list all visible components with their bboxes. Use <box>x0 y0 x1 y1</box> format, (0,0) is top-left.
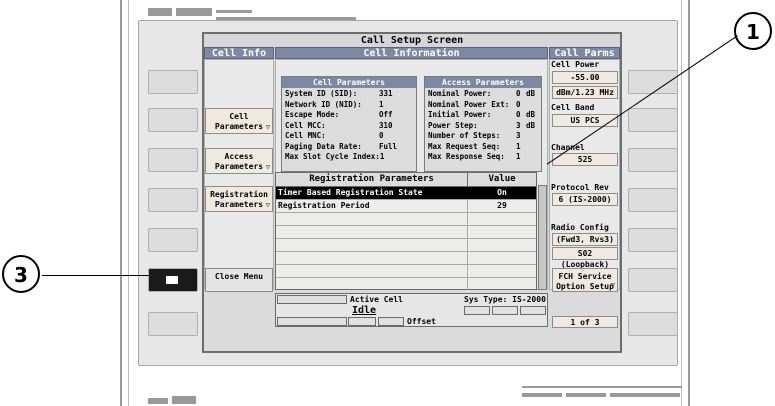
hardware-label-block <box>176 8 212 16</box>
table-row: Max Response Seq: 1 <box>428 152 521 161</box>
right-softkey-3[interactable] <box>628 148 678 172</box>
right-softkey-6[interactable] <box>628 268 678 292</box>
right-column-header: Call Parms <box>549 47 620 59</box>
value-column-header: Value <box>467 173 536 186</box>
registration-parameters-label: Registration Parameters <box>210 190 268 209</box>
cell-parameters-table: Cell Parameters System ID (SID): 331 Netw… <box>281 76 417 172</box>
left-softkey-5[interactable] <box>148 228 198 252</box>
table-row: Nominal Power Ext: 0 <box>428 99 521 109</box>
left-softkey-7[interactable] <box>148 312 198 336</box>
left-softkey-3[interactable] <box>148 148 198 172</box>
right-softkey-2[interactable] <box>628 108 678 132</box>
menu-scrollbar[interactable] <box>538 185 547 290</box>
callout-3-leader-line <box>42 275 150 276</box>
table-row: System ID (SID): 331 <box>285 89 393 98</box>
status-cell <box>492 306 518 315</box>
callout-1: 1 <box>734 12 772 50</box>
hardware-label-block <box>172 396 196 404</box>
access-parameters-title: Access Parameters <box>425 77 541 88</box>
registration-parameters-button[interactable]: Registration Parameters ▽ <box>205 186 273 212</box>
empty-row <box>276 226 536 239</box>
table-row: Max Request Seq: 1 <box>428 141 521 151</box>
status-cell <box>378 317 404 326</box>
status-cell <box>277 317 347 326</box>
empty-row <box>276 278 536 290</box>
left-softkey-4[interactable] <box>148 188 198 212</box>
down-triangle-icon: ▽ <box>265 201 270 209</box>
cell-parameters-button[interactable]: Cell Parameters ▽ <box>205 108 273 134</box>
down-triangle-icon: ▽ <box>610 281 615 289</box>
center-column-header: Cell Information <box>275 47 548 59</box>
hardware-label-line <box>566 393 606 397</box>
right-softkey-5[interactable] <box>628 228 678 252</box>
cell-power-label: Cell Power <box>551 60 600 69</box>
left-column <box>204 59 274 290</box>
screen-title: Call Setup Screen <box>204 34 620 47</box>
active-cell-value: Idle <box>352 305 377 316</box>
registration-menu-header: Registration Parameters Value <box>276 173 536 187</box>
hardware-label-line <box>522 393 562 397</box>
softkey-indicator-icon <box>166 276 178 284</box>
protocol-rev-value[interactable]: 6 (IS-2000) <box>552 193 618 206</box>
empty-row <box>276 252 536 265</box>
radio-config-value[interactable]: (Fwd3, Rvs3) <box>552 233 618 246</box>
offset-label: Offset <box>407 317 436 326</box>
hardware-label-line <box>216 10 252 13</box>
cell-power-value[interactable]: -55.00 <box>552 71 618 84</box>
callout-3: 3 <box>2 255 40 293</box>
empty-row <box>276 213 536 226</box>
fch-service-option-button[interactable]: FCH Service Option Setup ▽ <box>552 268 618 292</box>
empty-row <box>276 265 536 278</box>
cell-band-label: Cell Band <box>551 103 595 112</box>
access-parameters-table: Access Parameters Nominal Power: 0 dB Nomi… <box>424 76 542 172</box>
close-menu-button[interactable]: Close Menu <box>205 268 273 292</box>
table-row: Nominal Power: 0 dB <box>428 89 536 98</box>
timer-registration-row[interactable]: Timer Based Registration State On <box>276 187 536 200</box>
radio-config-label: Radio Config <box>551 223 609 232</box>
table-row: Cell MCC: 310 <box>285 120 393 130</box>
service-option-value[interactable]: S02 (Loopback) <box>552 247 618 269</box>
active-cell-label: Active Cell <box>350 295 403 304</box>
table-row: Power Step: 3 dB <box>428 120 536 130</box>
table-row: Max Slot Cycle Index: 1 <box>285 152 385 161</box>
right-softkey-4[interactable] <box>628 188 678 212</box>
page-indicator[interactable]: 1 of 3 <box>552 316 618 328</box>
sys-type: Sys Type: IS-2000 <box>464 295 546 304</box>
hardware-label-line <box>522 386 682 388</box>
access-parameters-button[interactable]: Access Parameters ▽ <box>205 148 273 174</box>
right-softkey-7[interactable] <box>628 312 678 336</box>
empty-row <box>276 239 536 252</box>
left-softkey-1[interactable] <box>148 70 198 94</box>
left-softkey-2[interactable] <box>148 108 198 132</box>
table-row: Network ID (NID): 1 <box>285 99 384 109</box>
right-softkey-1[interactable] <box>628 70 678 94</box>
table-row: Cell MNC: 0 <box>285 131 384 140</box>
cell-parameters-title: Cell Parameters <box>282 77 416 88</box>
hardware-label-block <box>148 8 172 16</box>
table-row: Number of Steps: 3 <box>428 131 521 140</box>
hardware-label-line <box>610 393 680 397</box>
table-row: Escape Mode: Off <box>285 110 393 119</box>
registration-period-row[interactable]: Registration Period 29 <box>276 200 536 213</box>
status-cell <box>520 306 546 315</box>
registration-menu-title: Registration Parameters <box>309 174 434 184</box>
left-column-header: Cell Info <box>204 47 274 59</box>
table-row: Initial Power: 0 dB <box>428 110 536 119</box>
status-cell <box>277 295 347 304</box>
cell-power-unit: dBm/1.23 MHz <box>552 86 618 99</box>
protocol-rev-label: Protocol Rev <box>551 183 609 192</box>
status-cell <box>464 306 490 315</box>
channel-value[interactable]: 525 <box>552 153 618 166</box>
status-cell <box>348 317 376 326</box>
fch-service-option-label: FCH Service Option Setup <box>556 272 614 291</box>
down-triangle-icon: ▽ <box>265 123 270 131</box>
hardware-label-block <box>148 398 168 404</box>
cell-band-value[interactable]: US PCS <box>552 114 618 127</box>
access-parameters-label: Access Parameters <box>214 152 264 171</box>
table-row: Paging Data Rate: Full <box>285 141 398 151</box>
registration-parameters-menu: Registration Parameters Value Timer Base… <box>275 172 537 290</box>
cell-parameters-label: Cell Parameters <box>214 112 264 131</box>
down-triangle-icon: ▽ <box>265 163 270 171</box>
